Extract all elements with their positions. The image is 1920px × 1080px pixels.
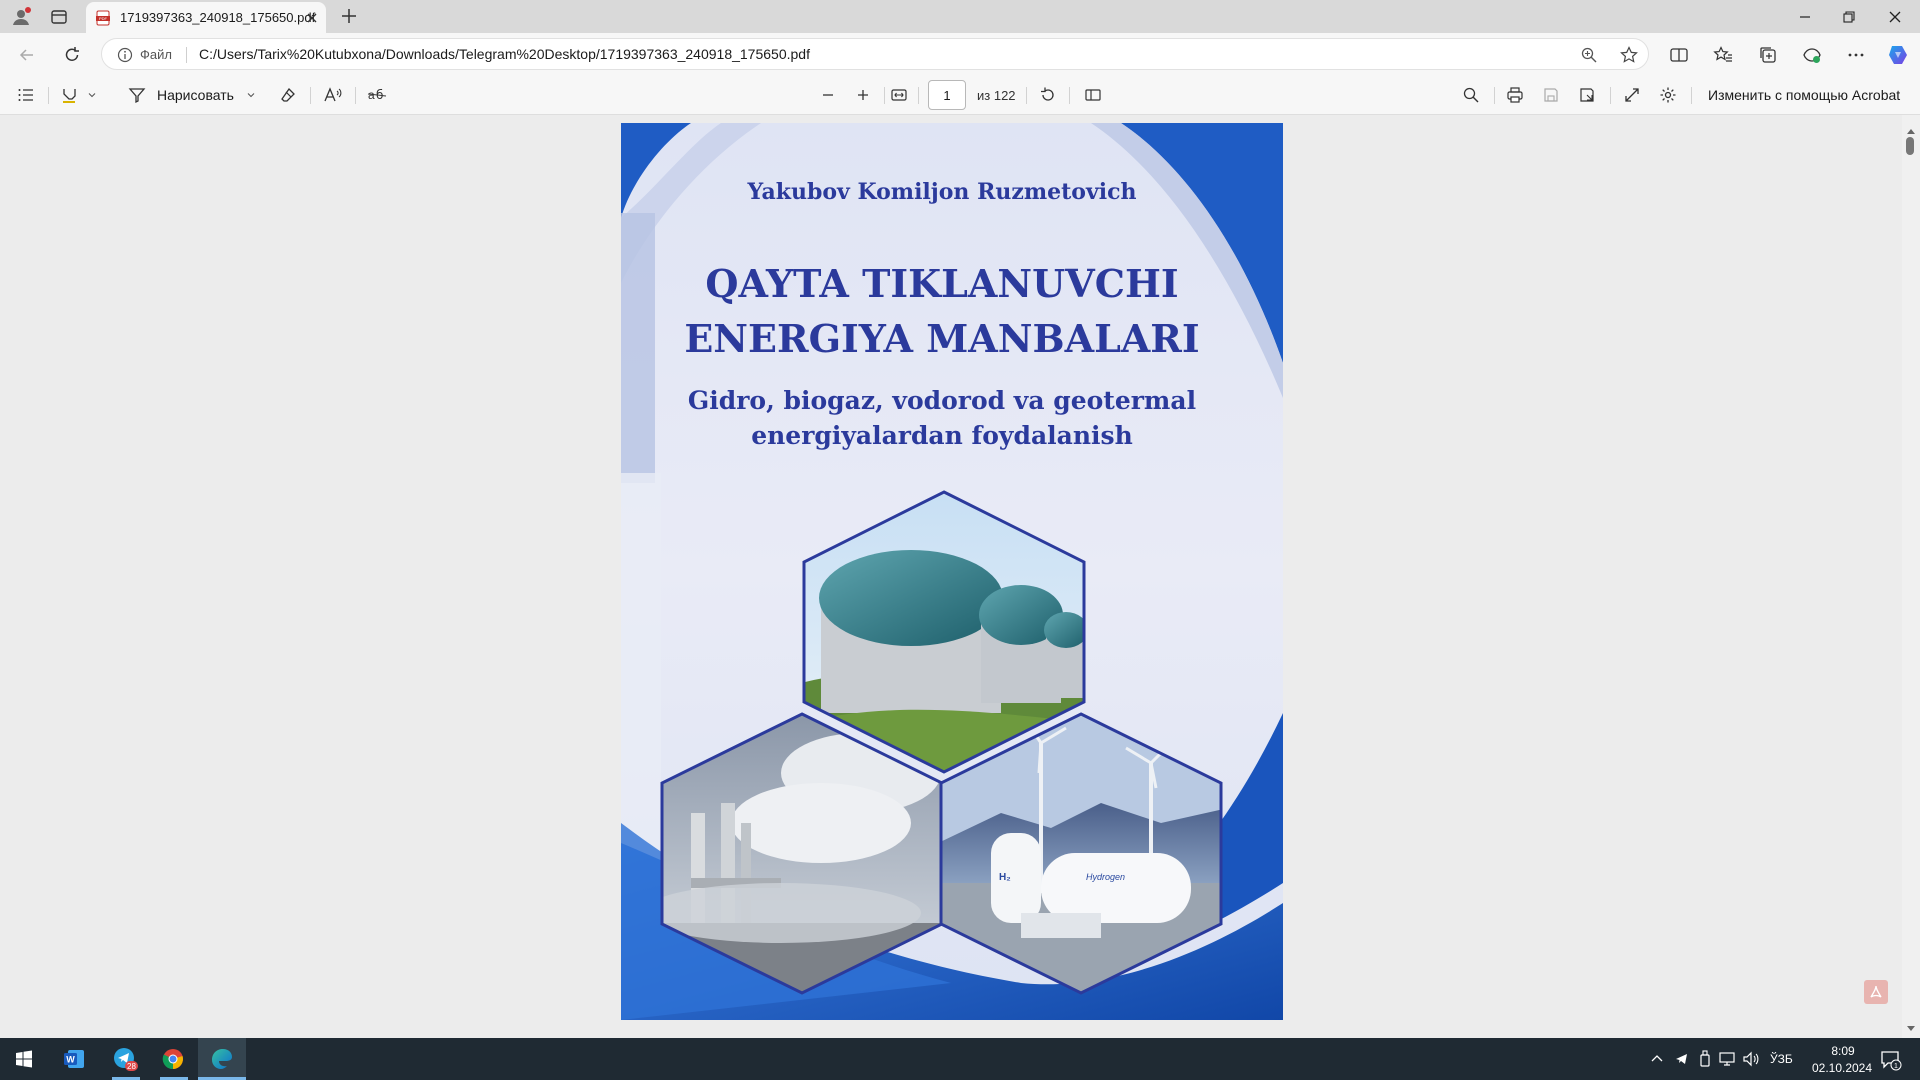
zoom-icon[interactable] — [1580, 46, 1598, 64]
fullscreen-icon[interactable] — [1621, 76, 1643, 114]
address-scheme-label: Файл — [140, 47, 172, 62]
chrome-app-icon[interactable] — [149, 1038, 197, 1080]
start-windows-icon[interactable] — [0, 1038, 48, 1080]
toolbar-divider — [1610, 87, 1611, 104]
close-window-icon[interactable] — [1873, 0, 1917, 33]
pdf-toolbar: Нарисовать aб 1 из 122 — [0, 76, 1920, 115]
tab-active[interactable]: PDF 1719397363_240918_175650.pdf — [86, 2, 326, 33]
toolbar-divider — [310, 87, 311, 104]
vertical-scrollbar[interactable] — [1902, 115, 1920, 1038]
notifications-icon[interactable]: 1 — [1880, 1049, 1902, 1071]
cover-title-line1: QAYTA TIKLANUVCHI — [705, 261, 1179, 306]
back-icon[interactable] — [17, 45, 37, 65]
network-icon[interactable] — [1718, 1050, 1736, 1068]
svg-text:PDF: PDF — [99, 16, 108, 21]
settings-gear-icon[interactable] — [1657, 76, 1679, 114]
profile-icon[interactable] — [10, 6, 32, 28]
usb-device-icon[interactable] — [1698, 1050, 1712, 1068]
acrobat-icon[interactable] — [1864, 980, 1888, 1004]
new-tab-icon[interactable] — [340, 7, 358, 25]
cover-subtitle-line1: Gidro, biogaz, vodorod va geotermal — [687, 386, 1197, 415]
save-as-icon[interactable] — [1576, 76, 1598, 114]
fit-width-icon[interactable] — [888, 76, 910, 114]
chevron-down-icon[interactable] — [244, 76, 258, 114]
taskbar: W 28 ЎЗБ 8:09 02.10.2024 1 — [0, 1038, 1920, 1080]
page-total: из 122 — [977, 88, 1016, 103]
info-icon[interactable] — [117, 47, 133, 63]
print-icon[interactable] — [1504, 76, 1526, 114]
title-bar: PDF 1719397363_240918_175650.pdf — [0, 0, 1920, 33]
toolbar-divider — [1494, 87, 1495, 104]
hydrogen-tank-label: Hydrogen — [1086, 872, 1125, 882]
telegram-badge: 28 — [127, 1062, 136, 1071]
address-url[interactable]: C:/Users/Tarix%20Kutubxona/Downloads/Tel… — [199, 46, 810, 62]
page-number-input[interactable]: 1 — [928, 80, 966, 110]
split-screen-icon[interactable] — [1669, 45, 1689, 65]
restore-icon[interactable] — [1827, 0, 1871, 33]
browser-essentials-icon[interactable] — [1802, 45, 1822, 65]
scroll-down-icon[interactable] — [1906, 1020, 1916, 1031]
save-icon[interactable] — [1540, 76, 1562, 114]
toolbar-divider — [355, 87, 356, 104]
minimize-icon[interactable] — [1783, 0, 1827, 33]
chevron-down-icon[interactable] — [85, 76, 99, 114]
cover-author: Yakubov Komiljon Ruzmetovich — [747, 179, 1137, 205]
highlight-icon[interactable] — [58, 76, 80, 114]
draw-button-label[interactable]: Нарисовать — [157, 87, 234, 103]
scroll-thumb[interactable] — [1906, 137, 1914, 155]
input-language[interactable]: ЎЗБ — [1770, 1052, 1793, 1066]
toolbar-divider — [48, 87, 49, 104]
read-aloud-icon[interactable] — [322, 76, 344, 114]
notification-count: 1 — [1894, 1063, 1898, 1070]
document-viewer[interactable]: Hydrogen H₂ Yakubov Komiljon Ruzmetovich… — [0, 115, 1920, 1038]
collections-icon[interactable] — [1758, 45, 1778, 65]
scroll-up-icon[interactable] — [1906, 122, 1916, 134]
rotate-icon[interactable] — [1037, 76, 1059, 114]
eraser-icon[interactable] — [277, 76, 299, 114]
favorite-star-icon[interactable] — [1619, 45, 1639, 65]
more-options-icon[interactable] — [1846, 45, 1866, 65]
word-app-icon[interactable]: W — [50, 1038, 98, 1080]
navigation-bar: Файл C:/Users/Tarix%20Kutubxona/Download… — [0, 33, 1920, 76]
pdf-page-cover: Hydrogen H₂ Yakubov Komiljon Ruzmetovich… — [621, 123, 1283, 1020]
hydrogen-formula-label: H₂ — [999, 872, 1011, 883]
address-divider — [186, 47, 187, 63]
tray-expand-icon[interactable] — [1650, 1052, 1664, 1066]
volume-icon[interactable] — [1742, 1050, 1760, 1068]
tab-title: 1719397363_240918_175650.pdf — [120, 10, 316, 25]
edit-with-acrobat-button[interactable]: Изменить с помощью Acrobat — [1708, 87, 1900, 103]
clock-date[interactable]: 02.10.2024 — [1800, 1061, 1884, 1075]
svg-text:W: W — [66, 1055, 75, 1065]
zoom-in-icon[interactable] — [852, 76, 874, 114]
copilot-icon[interactable] — [1885, 42, 1911, 68]
close-tab-icon[interactable] — [304, 10, 320, 26]
telegram-app-icon[interactable]: 28 — [101, 1038, 149, 1080]
search-icon[interactable] — [1460, 76, 1482, 114]
zoom-out-icon[interactable] — [817, 76, 839, 114]
cover-subtitle-line2: energiyalardan foydalanish — [751, 421, 1133, 450]
telegram-tray-icon[interactable] — [1674, 1051, 1690, 1067]
toolbar-divider — [1026, 87, 1027, 104]
cover-title-line2: ENERGIYA MANBALARI — [684, 316, 1200, 361]
cover-artwork: Hydrogen H₂ — [621, 123, 1283, 1020]
toolbar-divider — [884, 87, 885, 104]
clock-time[interactable]: 8:09 — [1818, 1044, 1868, 1058]
page-view-icon[interactable] — [1082, 76, 1104, 114]
refresh-icon[interactable] — [62, 45, 82, 65]
pdf-file-icon: PDF — [95, 10, 111, 26]
draw-icon[interactable] — [126, 76, 148, 114]
contents-list-icon[interactable] — [14, 76, 38, 114]
edge-app-icon[interactable] — [198, 1038, 246, 1080]
toolbar-divider — [1691, 87, 1692, 104]
favorites-icon[interactable] — [1713, 45, 1733, 65]
tab-actions-icon[interactable] — [50, 8, 68, 26]
toolbar-divider — [1069, 87, 1070, 104]
toolbar-divider — [918, 87, 919, 104]
translate-icon[interactable]: aб — [366, 76, 388, 114]
address-bar[interactable]: Файл C:/Users/Tarix%20Kutubxona/Download… — [101, 38, 1649, 70]
